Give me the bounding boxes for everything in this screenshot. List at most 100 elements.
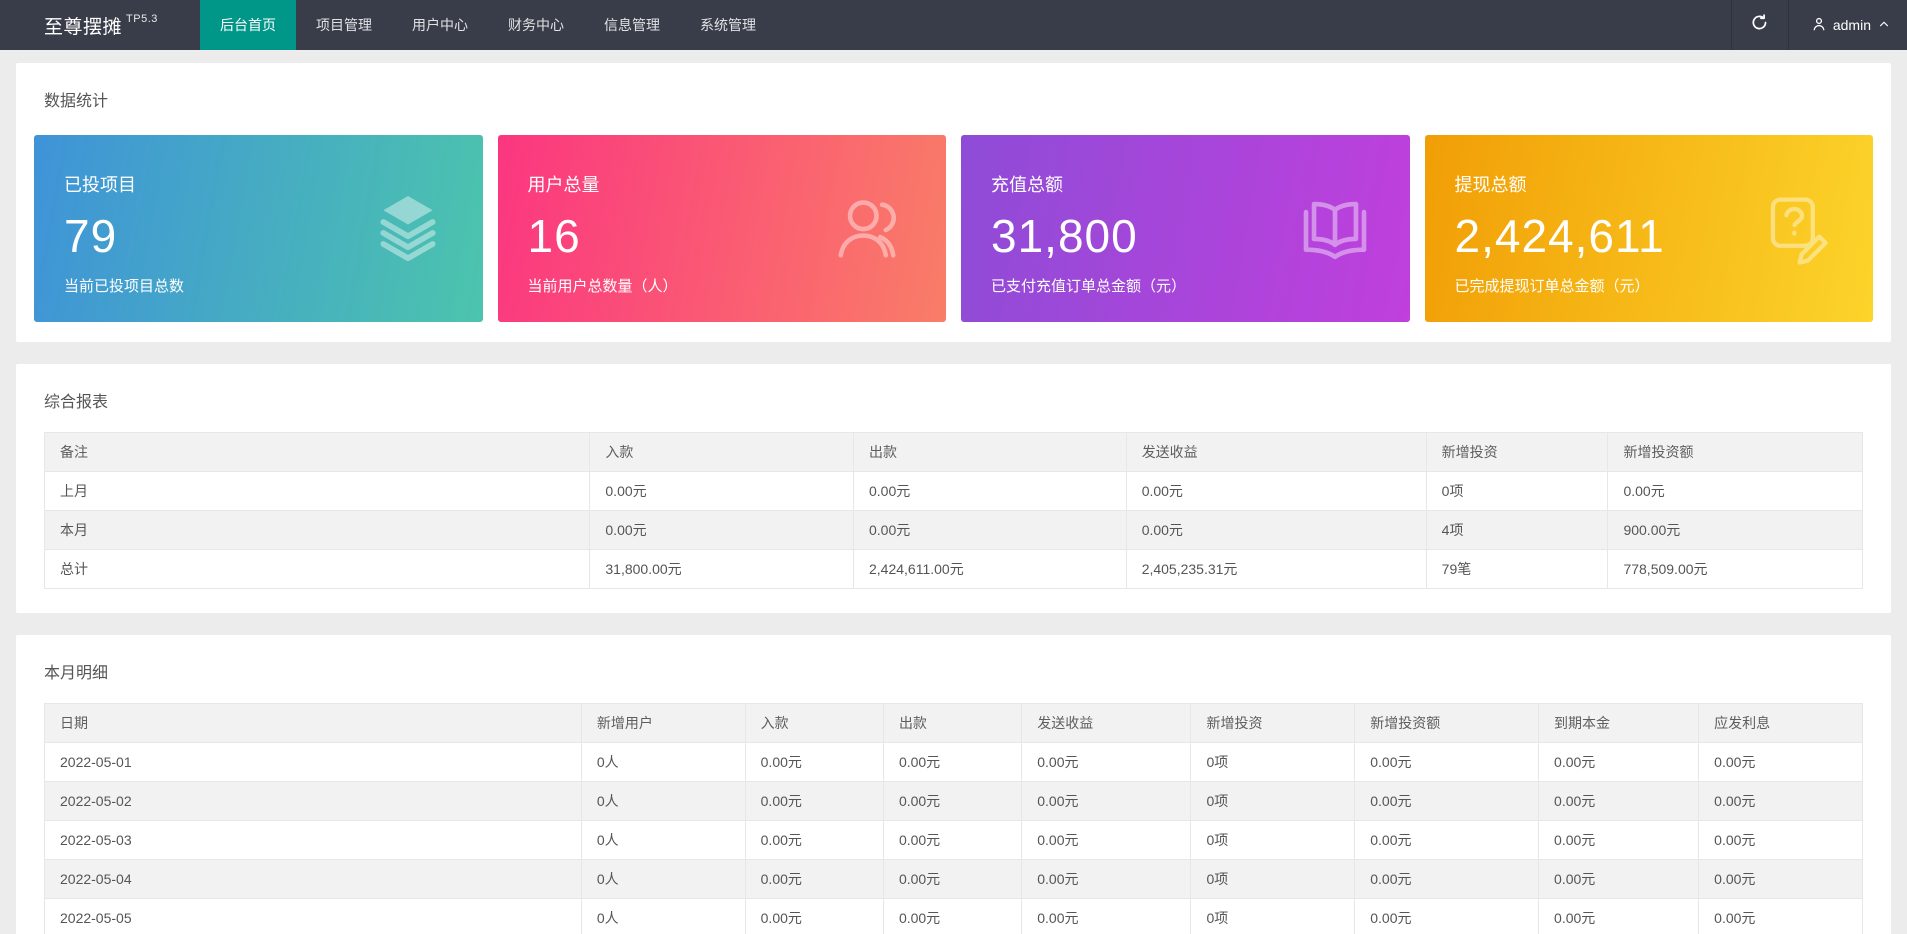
- table-cell: 0.00元: [1125, 510, 1427, 550]
- table-row: 2022-05-02 0人 0.00元 0.00元 0.00元 0项 0.00元 0.00元 0…: [44, 781, 1863, 821]
- column-header: 新增投资额: [1354, 703, 1540, 743]
- column-header: 出款: [853, 432, 1127, 472]
- column-header: 出款: [882, 703, 1023, 743]
- table-cell: 0.00元: [1538, 898, 1700, 934]
- column-header: 备注: [43, 432, 591, 472]
- stats-panel: 数据统计 已投项目 79 当前已投项目总数 用户总量 16 当前用户总数量（人） 充值总额 3…: [16, 63, 1891, 342]
- brand-title: 至尊摆摊: [44, 16, 123, 38]
- table-row: 2022-05-04 0人 0.00元 0.00元 0.00元 0项 0.00元 0.00元 0…: [44, 859, 1863, 899]
- user-icon: [1811, 16, 1827, 35]
- month-detail-panel: 本月明细 日期 新增用户 入款 出款 发送收益 新增投资 新增投资额 到期本金 应发利息 202…: [16, 635, 1891, 934]
- table-cell: 0.00元: [1538, 781, 1700, 821]
- stat-card-caption: 当前用户总数量（人）: [527, 278, 678, 295]
- table-cell: 本月: [43, 510, 591, 550]
- table-cell: 0.00元: [1538, 859, 1700, 899]
- table-cell: 31,800.00元: [589, 549, 854, 589]
- nav-item-4[interactable]: 信息管理: [584, 0, 680, 50]
- table-cell: 0项: [1190, 859, 1356, 899]
- stat-card-caption: 当前已投项目总数: [64, 278, 185, 295]
- table-cell: 0.00元: [1021, 859, 1192, 899]
- table-cell: 0人: [580, 820, 746, 860]
- table-cell: 0.00元: [1698, 898, 1863, 934]
- question-doc-icon: [1761, 190, 1835, 265]
- table-cell: 778,509.00元: [1607, 549, 1863, 589]
- month-detail-title: 本月明细: [44, 665, 109, 682]
- navbar-right: admin: [1730, 0, 1907, 50]
- stat-card-1: 用户总量 16 当前用户总数量（人）: [497, 135, 946, 322]
- table-cell: 0.00元: [744, 859, 884, 899]
- nav-item-1[interactable]: 项目管理: [296, 0, 392, 50]
- header-row: 备注 入款 出款 发送收益 新增投资 新增投资额: [43, 432, 1863, 472]
- column-header: 应发利息: [1698, 703, 1863, 743]
- nav-item-3[interactable]: 财务中心: [488, 0, 584, 50]
- table-cell: 2022-05-05: [44, 898, 582, 934]
- table-cell: 0人: [580, 859, 746, 899]
- table-cell: 上月: [43, 471, 591, 511]
- table-row: 2022-05-05 0人 0.00元 0.00元 0.00元 0项 0.00元 0.00元 0…: [44, 898, 1863, 934]
- table-cell: 0.00元: [744, 898, 884, 934]
- summary-report-body: 上月 0.00元 0.00元 0.00元 0项 0.00元 本月 0.00元 0.00元 0.00…: [43, 471, 1863, 589]
- month-detail-body: 2022-05-01 0人 0.00元 0.00元 0.00元 0项 0.00元 0.00元 0…: [44, 742, 1863, 934]
- table-cell: 0.00元: [1021, 898, 1192, 934]
- table-row: 2022-05-01 0人 0.00元 0.00元 0.00元 0项 0.00元 0.00元 0…: [44, 742, 1863, 782]
- table-cell: 0人: [580, 742, 746, 782]
- column-header: 新增用户: [580, 703, 746, 743]
- table-cell: 2,405,235.31元: [1125, 549, 1427, 589]
- nav-item-5[interactable]: 系统管理: [680, 0, 776, 50]
- table-row: 总计 31,800.00元 2,424,611.00元 2,405,235.31元 79…: [43, 549, 1863, 589]
- book-open-icon: [1298, 190, 1372, 264]
- top-navbar: 至尊摆摊 TP5.3 后台首页 项目管理 用户中心 财务中心 信息管理 系统管理 admi…: [0, 0, 1907, 50]
- stat-card-caption: 已完成提现订单总金额（元）: [1454, 278, 1650, 295]
- brand-version: TP5.3: [126, 13, 158, 25]
- month-detail-table: 日期 新增用户 入款 出款 发送收益 新增投资 新增投资额 到期本金 应发利息 2022-05-…: [44, 703, 1863, 934]
- column-header: 入款: [744, 703, 884, 743]
- table-cell: 2,424,611.00元: [853, 549, 1127, 589]
- nav-item-0[interactable]: 后台首页: [200, 0, 296, 50]
- stat-card-3: 提现总额 2,424,611 已完成提现订单总金额（元）: [1424, 135, 1873, 322]
- column-header: 发送收益: [1021, 703, 1192, 743]
- brand-logo[interactable]: 至尊摆摊 TP5.3: [0, 0, 200, 50]
- table-cell: 0.00元: [882, 898, 1023, 934]
- stat-cards: 已投项目 79 当前已投项目总数 用户总量 16 当前用户总数量（人） 充值总额 31,800…: [34, 135, 1873, 322]
- table-cell: 0.00元: [1354, 898, 1540, 934]
- stats-section-title: 数据统计: [44, 93, 109, 110]
- table-cell: 0项: [1190, 742, 1356, 782]
- summary-report-title: 综合报表: [44, 394, 109, 411]
- table-cell: 79笔: [1425, 549, 1609, 589]
- stat-card-caption: 已支付充值订单总金额（元）: [991, 278, 1187, 295]
- table-cell: 0.00元: [1021, 742, 1192, 782]
- table-cell: 0.00元: [1354, 820, 1540, 860]
- table-cell: 0.00元: [744, 820, 884, 860]
- layers-icon: [371, 190, 445, 264]
- month-detail-header: 日期 新增用户 入款 出款 发送收益 新增投资 新增投资额 到期本金 应发利息: [44, 703, 1863, 743]
- table-row: 上月 0.00元 0.00元 0.00元 0项 0.00元: [43, 471, 1863, 511]
- column-header: 到期本金: [1538, 703, 1700, 743]
- table-cell: 0.00元: [882, 742, 1023, 782]
- header-row: 日期 新增用户 入款 出款 发送收益 新增投资 新增投资额 到期本金 应发利息: [44, 703, 1863, 743]
- column-header: 新增投资: [1190, 703, 1356, 743]
- user-dropdown[interactable]: admin: [1789, 0, 1907, 50]
- table-cell: 0.00元: [882, 820, 1023, 860]
- table-cell: 2022-05-03: [44, 820, 582, 860]
- table-cell: 0项: [1425, 471, 1609, 511]
- refresh-icon: [1750, 13, 1769, 37]
- table-row: 2022-05-03 0人 0.00元 0.00元 0.00元 0项 0.00元 0.00元 0…: [44, 820, 1863, 860]
- table-cell: 0.00元: [1698, 742, 1863, 782]
- column-header: 新增投资: [1425, 432, 1609, 472]
- table-cell: 0.00元: [1125, 471, 1427, 511]
- table-cell: 0.00元: [1538, 742, 1700, 782]
- table-cell: 900.00元: [1607, 510, 1863, 550]
- refresh-button[interactable]: [1730, 0, 1789, 50]
- nav-item-2[interactable]: 用户中心: [392, 0, 488, 50]
- chevron-up-icon: [1877, 17, 1891, 34]
- nav-menu: 后台首页 项目管理 用户中心 财务中心 信息管理 系统管理: [200, 0, 1731, 50]
- users-icon: [834, 190, 908, 264]
- table-cell: 0.00元: [589, 510, 854, 550]
- table-cell: 0.00元: [853, 471, 1127, 511]
- table-cell: 0.00元: [1698, 781, 1863, 821]
- summary-report-panel: 综合报表 备注 入款 出款 发送收益 新增投资 新增投资额 上月 0.00元 0.00元 0.0…: [16, 364, 1891, 613]
- stat-card-2: 充值总额 31,800 已支付充值订单总金额（元）: [961, 135, 1410, 322]
- column-header: 入款: [589, 432, 854, 472]
- table-cell: 0.00元: [1354, 742, 1540, 782]
- column-header: 发送收益: [1125, 432, 1427, 472]
